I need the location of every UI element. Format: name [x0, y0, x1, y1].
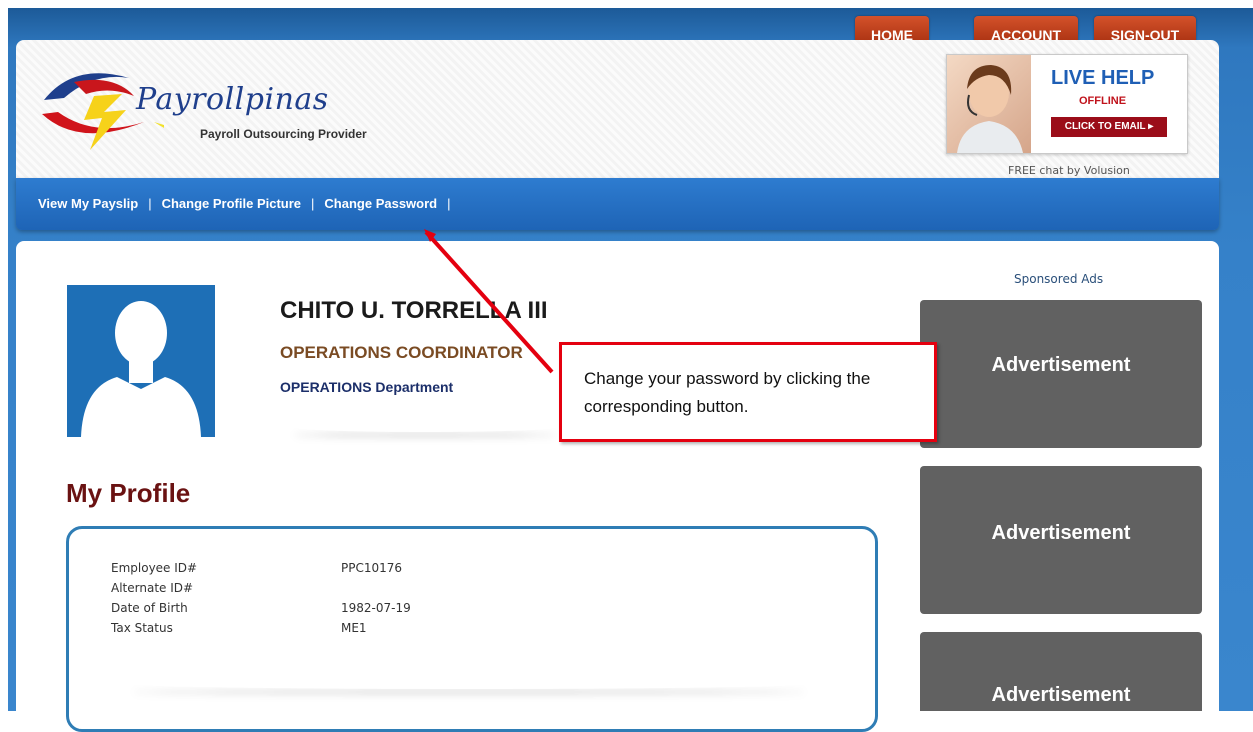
employee-department: OPERATIONS Department — [280, 379, 454, 395]
callout-text: Change your password by clicking the cor… — [584, 369, 871, 416]
profile-value: 1982-07-19 — [341, 601, 411, 615]
view-my-payslip-link[interactable]: View My Payslip — [38, 196, 138, 211]
nav-separator: | — [447, 196, 451, 211]
support-agent-photo — [947, 55, 1031, 153]
change-profile-picture-link[interactable]: Change Profile Picture — [162, 196, 301, 211]
divider-shadow — [290, 422, 560, 432]
profile-picture — [67, 285, 215, 437]
advertisement-label: Advertisement — [991, 522, 1131, 544]
profile-value: ME1 — [341, 621, 367, 635]
advertisement[interactable]: Advertisement — [920, 632, 1202, 711]
employee-position: OPERATIONS COORDINATOR — [280, 343, 523, 362]
profile-details-box: Employee ID# PPC10176 Alternate ID# Date… — [66, 526, 878, 732]
divider-shadow — [129, 679, 809, 689]
my-profile-heading: My Profile — [66, 478, 191, 508]
advertisement-label: Advertisement — [991, 354, 1131, 376]
live-help-title: LIVE HELP — [1051, 67, 1155, 89]
advertisement[interactable]: Advertisement — [920, 466, 1202, 614]
live-help-credit: FREE chat by Volusion — [1008, 164, 1130, 177]
advertisement-label: Advertisement — [991, 684, 1131, 706]
profile-label: Employee ID# — [111, 561, 198, 575]
change-password-link[interactable]: Change Password — [324, 196, 437, 211]
sub-nav: View My Payslip | Change Profile Picture | C… — [16, 178, 1219, 230]
employee-name: CHITO U. TORRELLA III — [280, 297, 548, 324]
nav-separator: | — [311, 196, 315, 211]
profile-label: Date of Birth — [111, 601, 188, 615]
live-help-widget[interactable]: LIVE HELP OFFLINE CLICK TO EMAIL ▸ — [946, 54, 1188, 154]
user-silhouette-icon — [81, 301, 201, 437]
brand-name: Payrollpinas — [136, 82, 329, 117]
brand-tagline: Payroll Outsourcing Provider — [200, 127, 367, 141]
advertisement[interactable]: Advertisement — [920, 300, 1202, 448]
profile-label: Tax Status — [111, 621, 173, 635]
live-help-status: OFFLINE — [1079, 95, 1127, 107]
profile-value: PPC10176 — [341, 561, 403, 575]
sponsored-ads-heading: Sponsored Ads — [1014, 272, 1104, 286]
nav-separator: | — [148, 196, 152, 211]
click-to-email-button[interactable]: CLICK TO EMAIL ▸ — [1051, 117, 1167, 137]
instruction-callout: Change your password by clicking the cor… — [559, 342, 937, 442]
profile-label: Alternate ID# — [111, 581, 194, 595]
